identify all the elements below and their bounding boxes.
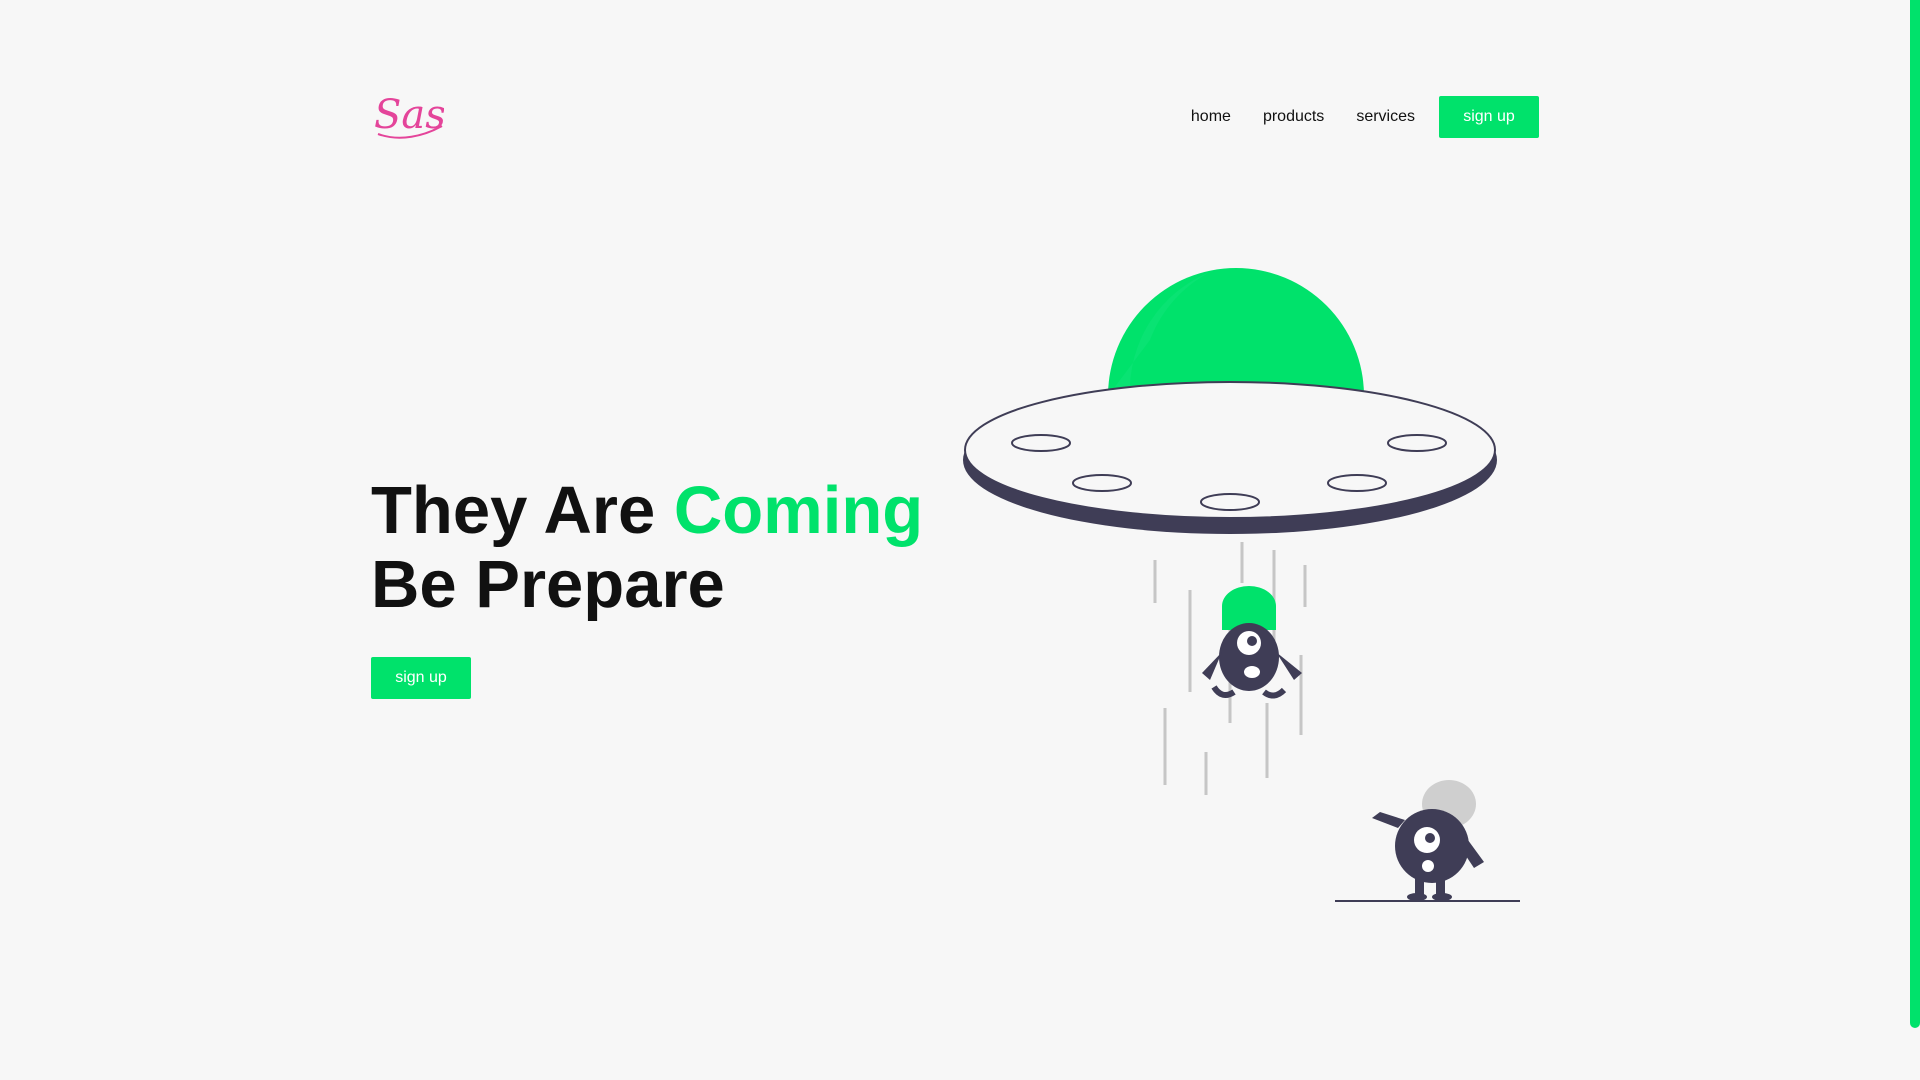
hero-title: They Are Coming Be Prepare bbox=[371, 474, 923, 622]
hero-signup-button[interactable]: sign up bbox=[371, 657, 471, 699]
ufo-icon bbox=[963, 268, 1497, 534]
alien-icon bbox=[1372, 780, 1484, 901]
hero-heading-block: They Are Coming Be Prepare bbox=[371, 474, 923, 622]
header-signup-button[interactable]: sign up bbox=[1439, 96, 1539, 138]
hero-title-start: They Are bbox=[371, 473, 656, 548]
scrollbar-track[interactable] bbox=[1908, 0, 1920, 1080]
main-nav: home products services sign up bbox=[1191, 96, 1539, 138]
scrollbar-thumb[interactable] bbox=[1910, 0, 1920, 1028]
nav-products-link[interactable]: products bbox=[1263, 108, 1324, 126]
hero-title-accent: Coming bbox=[673, 473, 924, 548]
hero-title-line2: Be Prepare bbox=[371, 547, 725, 622]
landing-page: Sass home products services sign up They… bbox=[0, 0, 1920, 1080]
ufo-illustration bbox=[963, 268, 1520, 902]
nav-home-link[interactable]: home bbox=[1191, 108, 1231, 126]
alien-icon bbox=[1202, 586, 1302, 699]
nav-services-link[interactable]: services bbox=[1356, 108, 1415, 126]
sass-logo[interactable]: Sass bbox=[372, 86, 444, 142]
